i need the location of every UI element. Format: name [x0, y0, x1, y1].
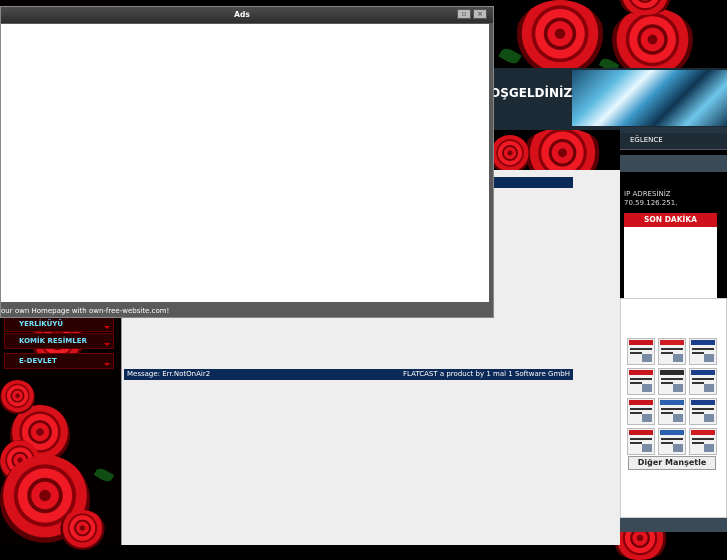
restore-button[interactable]: ▫: [457, 9, 471, 19]
newspaper-thumbnail[interactable]: [627, 428, 655, 455]
ip-label: IP ADRESİNİZ: [624, 190, 671, 198]
ads-status-text[interactable]: our own Homepage with own-free-website.c…: [1, 307, 169, 315]
ads-titlebar[interactable]: Ads ▫ ×: [1, 7, 493, 23]
newspaper-thumbnail[interactable]: [689, 428, 717, 455]
newspaper-grid: [627, 338, 717, 456]
arrow-icon: [104, 326, 110, 329]
newspaper-thumbnail[interactable]: [627, 368, 655, 395]
newspaper-thumbnail[interactable]: [689, 338, 717, 365]
header-title: OŞGELDİNİZ: [490, 86, 573, 100]
arrow-icon: [104, 343, 110, 346]
newspaper-thumbnail[interactable]: [658, 398, 686, 425]
newspaper-thumbnail[interactable]: [658, 428, 686, 455]
sidebar-box: [620, 155, 727, 172]
menu-item-yerlikuyu[interactable]: YERLİKÜYÜ: [4, 316, 114, 332]
more-headlines-button[interactable]: Diğer Manşetle: [628, 456, 716, 470]
close-button[interactable]: ×: [473, 9, 487, 19]
newspaper-thumbnail[interactable]: [689, 398, 717, 425]
arrow-icon: [104, 363, 110, 366]
menu-item-e-devlet[interactable]: E-DEVLET: [4, 353, 114, 369]
newspaper-thumbnail[interactable]: [658, 368, 686, 395]
newspaper-thumbnail[interactable]: [689, 368, 717, 395]
menu-item-label: YERLİKÜYÜ: [19, 320, 64, 328]
flatcast-message: Message: Err.NotOnAir2: [127, 370, 211, 378]
newspaper-thumbnail[interactable]: [627, 338, 655, 365]
flatcast-bottom-bar: Message: Err.NotOnAir2 FLATCAST a produc…: [124, 369, 573, 380]
rose-decoration: [515, 0, 605, 75]
entertainment-link[interactable]: EĞLENCE: [620, 133, 727, 150]
rose-decoration: [60, 510, 105, 550]
ads-title: Ads: [234, 10, 250, 19]
breaking-news-header: SON DAKİKA: [624, 213, 717, 227]
sidebar-box: [620, 518, 727, 532]
newspaper-thumbnail[interactable]: [658, 338, 686, 365]
ads-content[interactable]: [1, 24, 489, 302]
rose-decoration: [0, 380, 35, 415]
ads-window: Ads ▫ × our own Homepage with own-free-w…: [0, 6, 494, 318]
flatcast-credit[interactable]: FLATCAST a product by 1 mal 1 Software G…: [403, 369, 570, 380]
header-image: [572, 70, 727, 126]
entertainment-label: EĞLENCE: [630, 136, 663, 144]
rose-decoration: [490, 135, 530, 175]
menu-item-label: KOMİK RESİMLER: [19, 337, 87, 345]
ip-value: 70.59.126.251.: [624, 199, 678, 207]
newspaper-thumbnail[interactable]: [627, 398, 655, 425]
menu-item-komik-resimler[interactable]: KOMİK RESİMLER: [4, 333, 114, 349]
menu-item-label: E-DEVLET: [19, 357, 57, 365]
